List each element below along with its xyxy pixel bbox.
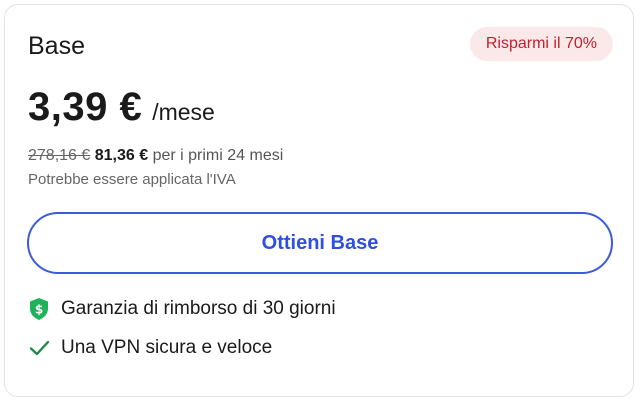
original-total-price: 278,16 €	[28, 147, 91, 164]
savings-badge: Risparmi il 70%	[469, 27, 613, 61]
feature-item: Una VPN sicura e veloce	[27, 336, 272, 360]
vat-note: Potrebbe essere applicata l'IVA	[28, 171, 236, 188]
plan-name: Base	[28, 32, 85, 60]
monthly-price: 3,39 €	[28, 85, 143, 129]
get-plan-button[interactable]: Ottieni Base	[27, 212, 613, 274]
feature-label: Una VPN sicura e veloce	[61, 337, 273, 358]
feature-item: $ Garanzia di rimborso di 30 giorni	[27, 297, 336, 321]
discounted-total-price: 81,36 €	[94, 147, 149, 164]
price-row: 3,39 € /mese	[28, 83, 215, 131]
svg-text:$: $	[35, 303, 43, 317]
price-period: /mese	[152, 99, 215, 125]
billing-summary: 278,16 € 81,36 € per i primi 24 mesi	[28, 145, 283, 167]
checkmark-icon	[27, 336, 51, 360]
feature-label: Garanzia di rimborso di 30 giorni	[61, 298, 336, 319]
billing-term: per i primi 24 mesi	[152, 147, 284, 164]
plan-card: Base Risparmi il 70% 3,39 € /mese 278,16…	[4, 4, 634, 397]
shield-dollar-icon: $	[27, 297, 51, 321]
